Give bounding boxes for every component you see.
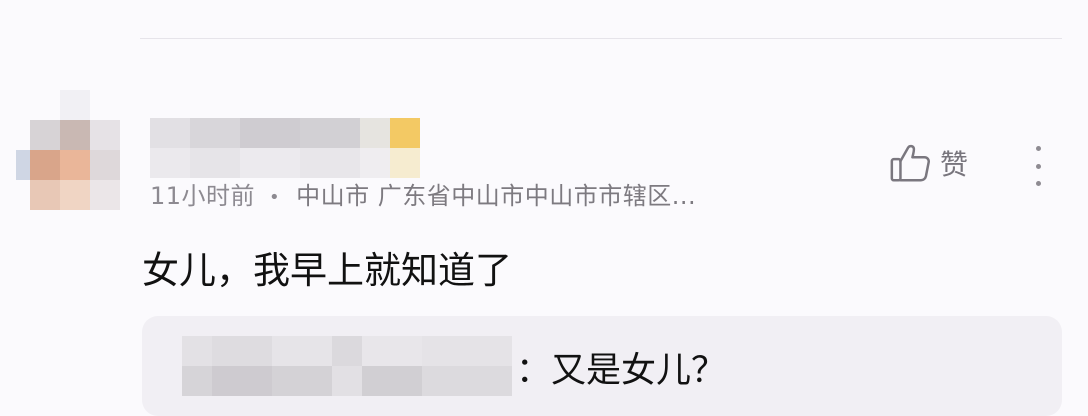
like-label: 赞	[940, 148, 969, 181]
thumbs-up-icon	[890, 144, 930, 182]
username-blurred[interactable]	[150, 118, 422, 182]
more-options-button[interactable]	[1032, 146, 1044, 186]
comment-time: 11小时前	[150, 182, 256, 210]
avatar[interactable]	[16, 90, 128, 212]
like-button[interactable]: 赞	[888, 140, 968, 186]
reply-username-blurred[interactable]	[182, 336, 512, 396]
meta-separator: •	[269, 186, 281, 208]
comment-meta: 11小时前 • 中山市 广东省中山市中山市市辖区...	[150, 176, 696, 211]
comment-text: 女儿，我早上就知道了	[142, 249, 512, 292]
top-divider	[140, 38, 1062, 39]
more-vertical-icon	[1035, 146, 1041, 151]
reply-text: ：又是女儿？	[516, 351, 727, 391]
comment-location: 中山市 广东省中山市中山市市辖区...	[296, 182, 697, 210]
